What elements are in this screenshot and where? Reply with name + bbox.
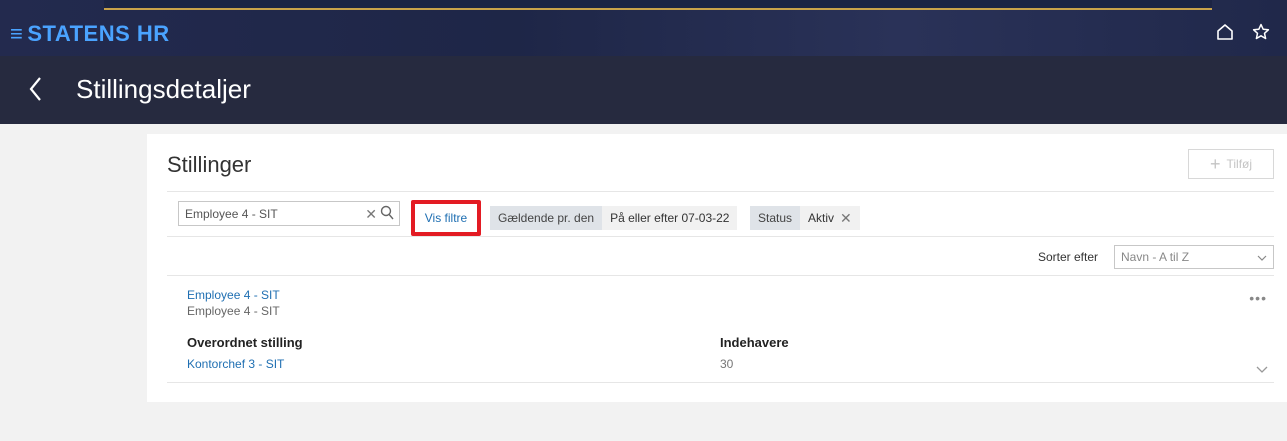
- add-button-label: Tilføj: [1226, 157, 1253, 171]
- filter-chip-status[interactable]: Status Aktiv ✕: [750, 206, 860, 230]
- title-bar: Stillingsdetaljer: [0, 56, 1287, 124]
- filter-chip-value: Aktiv ✕: [800, 206, 860, 230]
- sort-select[interactable]: Navn - A til Z: [1114, 245, 1274, 269]
- sort-selected-value: Navn - A til Z: [1121, 250, 1190, 264]
- search-box: ✕: [178, 201, 400, 226]
- filter-chip-effective-date[interactable]: Gældende pr. den På eller efter 07-03-22: [490, 206, 738, 230]
- add-button[interactable]: + Tilføj: [1188, 149, 1274, 179]
- position-link[interactable]: Employee 4 - SIT: [187, 288, 280, 302]
- clear-icon[interactable]: ✕: [365, 206, 377, 223]
- banner-strip: [104, 0, 1212, 10]
- star-icon[interactable]: [1251, 22, 1271, 42]
- parent-position-label: Overordnet stilling: [187, 335, 303, 350]
- holders-label: Indehavere: [720, 335, 789, 350]
- page-title: Stillingsdetaljer: [76, 74, 251, 104]
- sort-label: Sorter efter: [1038, 250, 1099, 264]
- search-icon[interactable]: [380, 205, 394, 226]
- top-banner: ≡ STATENS HR: [0, 0, 1287, 56]
- divider: [167, 236, 1274, 237]
- chevron-down-icon[interactable]: [1256, 362, 1268, 380]
- show-filters-button[interactable]: Vis filtre: [425, 211, 467, 225]
- brand: ≡ STATENS HR: [10, 20, 170, 48]
- chevron-down-icon: [1257, 252, 1267, 266]
- filter-chip-label: Gældende pr. den: [490, 206, 603, 230]
- parent-position-link[interactable]: Kontorchef 3 - SIT: [187, 357, 284, 371]
- hamburger-icon[interactable]: ≡: [10, 21, 23, 47]
- more-options-icon[interactable]: •••: [1249, 290, 1267, 306]
- card-title: Stillinger: [167, 152, 252, 177]
- filter-chip-value-text: På eller efter 07-03-22: [610, 211, 730, 225]
- filter-chip-label: Status: [750, 206, 801, 230]
- divider: [167, 382, 1274, 383]
- chevron-left-icon[interactable]: [26, 74, 46, 104]
- top-icons: [1215, 22, 1271, 42]
- filters-highlight: Vis filtre: [411, 200, 481, 236]
- holders-value: 30: [720, 357, 734, 371]
- remove-filter-icon[interactable]: ✕: [840, 210, 852, 227]
- brand-name: STATENS HR: [27, 21, 170, 46]
- search-input[interactable]: [179, 202, 371, 225]
- home-icon[interactable]: [1215, 22, 1235, 42]
- filter-chip-value-text: Aktiv: [808, 211, 835, 225]
- divider: [167, 275, 1274, 276]
- plus-icon: +: [1209, 154, 1221, 174]
- positions-card: Stillinger + Tilføj ✕ Vis filtre Gældend…: [147, 134, 1287, 402]
- position-subtitle: Employee 4 - SIT: [187, 304, 280, 318]
- divider: [167, 191, 1274, 192]
- filter-chip-value: På eller efter 07-03-22: [602, 206, 738, 230]
